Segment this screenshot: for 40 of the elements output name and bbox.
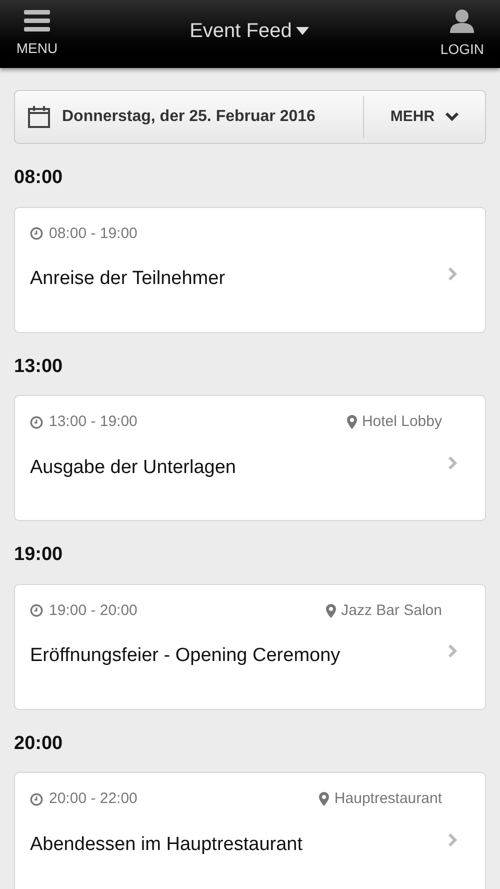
user-icon bbox=[450, 8, 474, 32]
clock-icon bbox=[30, 416, 43, 429]
event-time-range: 08:00 - 19:00 bbox=[49, 224, 138, 244]
clock-icon bbox=[30, 227, 43, 240]
time-heading: 19:00 bbox=[14, 543, 64, 567]
chevron-down-icon bbox=[444, 112, 459, 122]
title-dropdown[interactable]: Event Feed bbox=[190, 16, 309, 46]
chevron-right-icon bbox=[448, 832, 457, 847]
event-title: Anreise der Teilnehmer bbox=[30, 267, 226, 291]
chevron-right-icon bbox=[448, 456, 457, 470]
event-card[interactable]: 19:00 - 20:00 Jazz Bar Salon Eröffnungsfeier - Opening Ceremony bbox=[14, 584, 486, 710]
chevron-right-icon bbox=[448, 267, 457, 282]
caret-icon bbox=[296, 27, 309, 35]
location-pin-icon bbox=[346, 415, 357, 430]
clock-icon bbox=[30, 792, 43, 806]
event-title: Ausgabe der Unterlagen bbox=[30, 456, 236, 480]
more-dropdown[interactable]: MEHR bbox=[364, 91, 485, 143]
event-title: Abendessen im Hauptrestaurant bbox=[30, 832, 302, 856]
login-button[interactable]: LOGIN bbox=[440, 8, 484, 60]
event-time-range: 20:00 - 22:00 bbox=[49, 789, 138, 809]
event-location: Jazz Bar Salon bbox=[341, 600, 442, 620]
time-heading: 20:00 bbox=[14, 732, 64, 756]
location-pin-icon bbox=[326, 604, 336, 618]
menu-icon bbox=[24, 10, 50, 32]
date-selector[interactable]: Donnerstag, der 25. Februar 2016 bbox=[15, 91, 363, 143]
calendar-icon bbox=[28, 106, 50, 128]
event-location: Hauptrestaurant bbox=[334, 789, 442, 809]
event-time-range: 13:00 - 19:00 bbox=[49, 412, 138, 432]
clock-icon bbox=[30, 604, 43, 618]
time-heading: 08:00 bbox=[14, 166, 64, 190]
event-title: Eröffnungsfeier - Opening Ceremony bbox=[30, 644, 340, 668]
event-card[interactable]: 08:00 - 19:00 Anreise der Teilnehmer bbox=[14, 206, 486, 332]
event-time-range: 19:00 - 20:00 bbox=[49, 600, 138, 620]
time-heading: 13:00 bbox=[14, 354, 64, 378]
event-card[interactable]: 13:00 - 19:00 Hotel Lobby Ausgabe der Unterlagen bbox=[14, 395, 486, 521]
event-location: Hotel Lobby bbox=[362, 412, 442, 432]
menu-button[interactable]: MENU bbox=[16, 10, 58, 58]
chevron-right-icon bbox=[448, 644, 457, 658]
location-pin-icon bbox=[319, 792, 330, 806]
event-card[interactable]: 20:00 - 22:00 Hauptrestaurant Abendessen im Hauptrestaurant bbox=[14, 772, 486, 889]
